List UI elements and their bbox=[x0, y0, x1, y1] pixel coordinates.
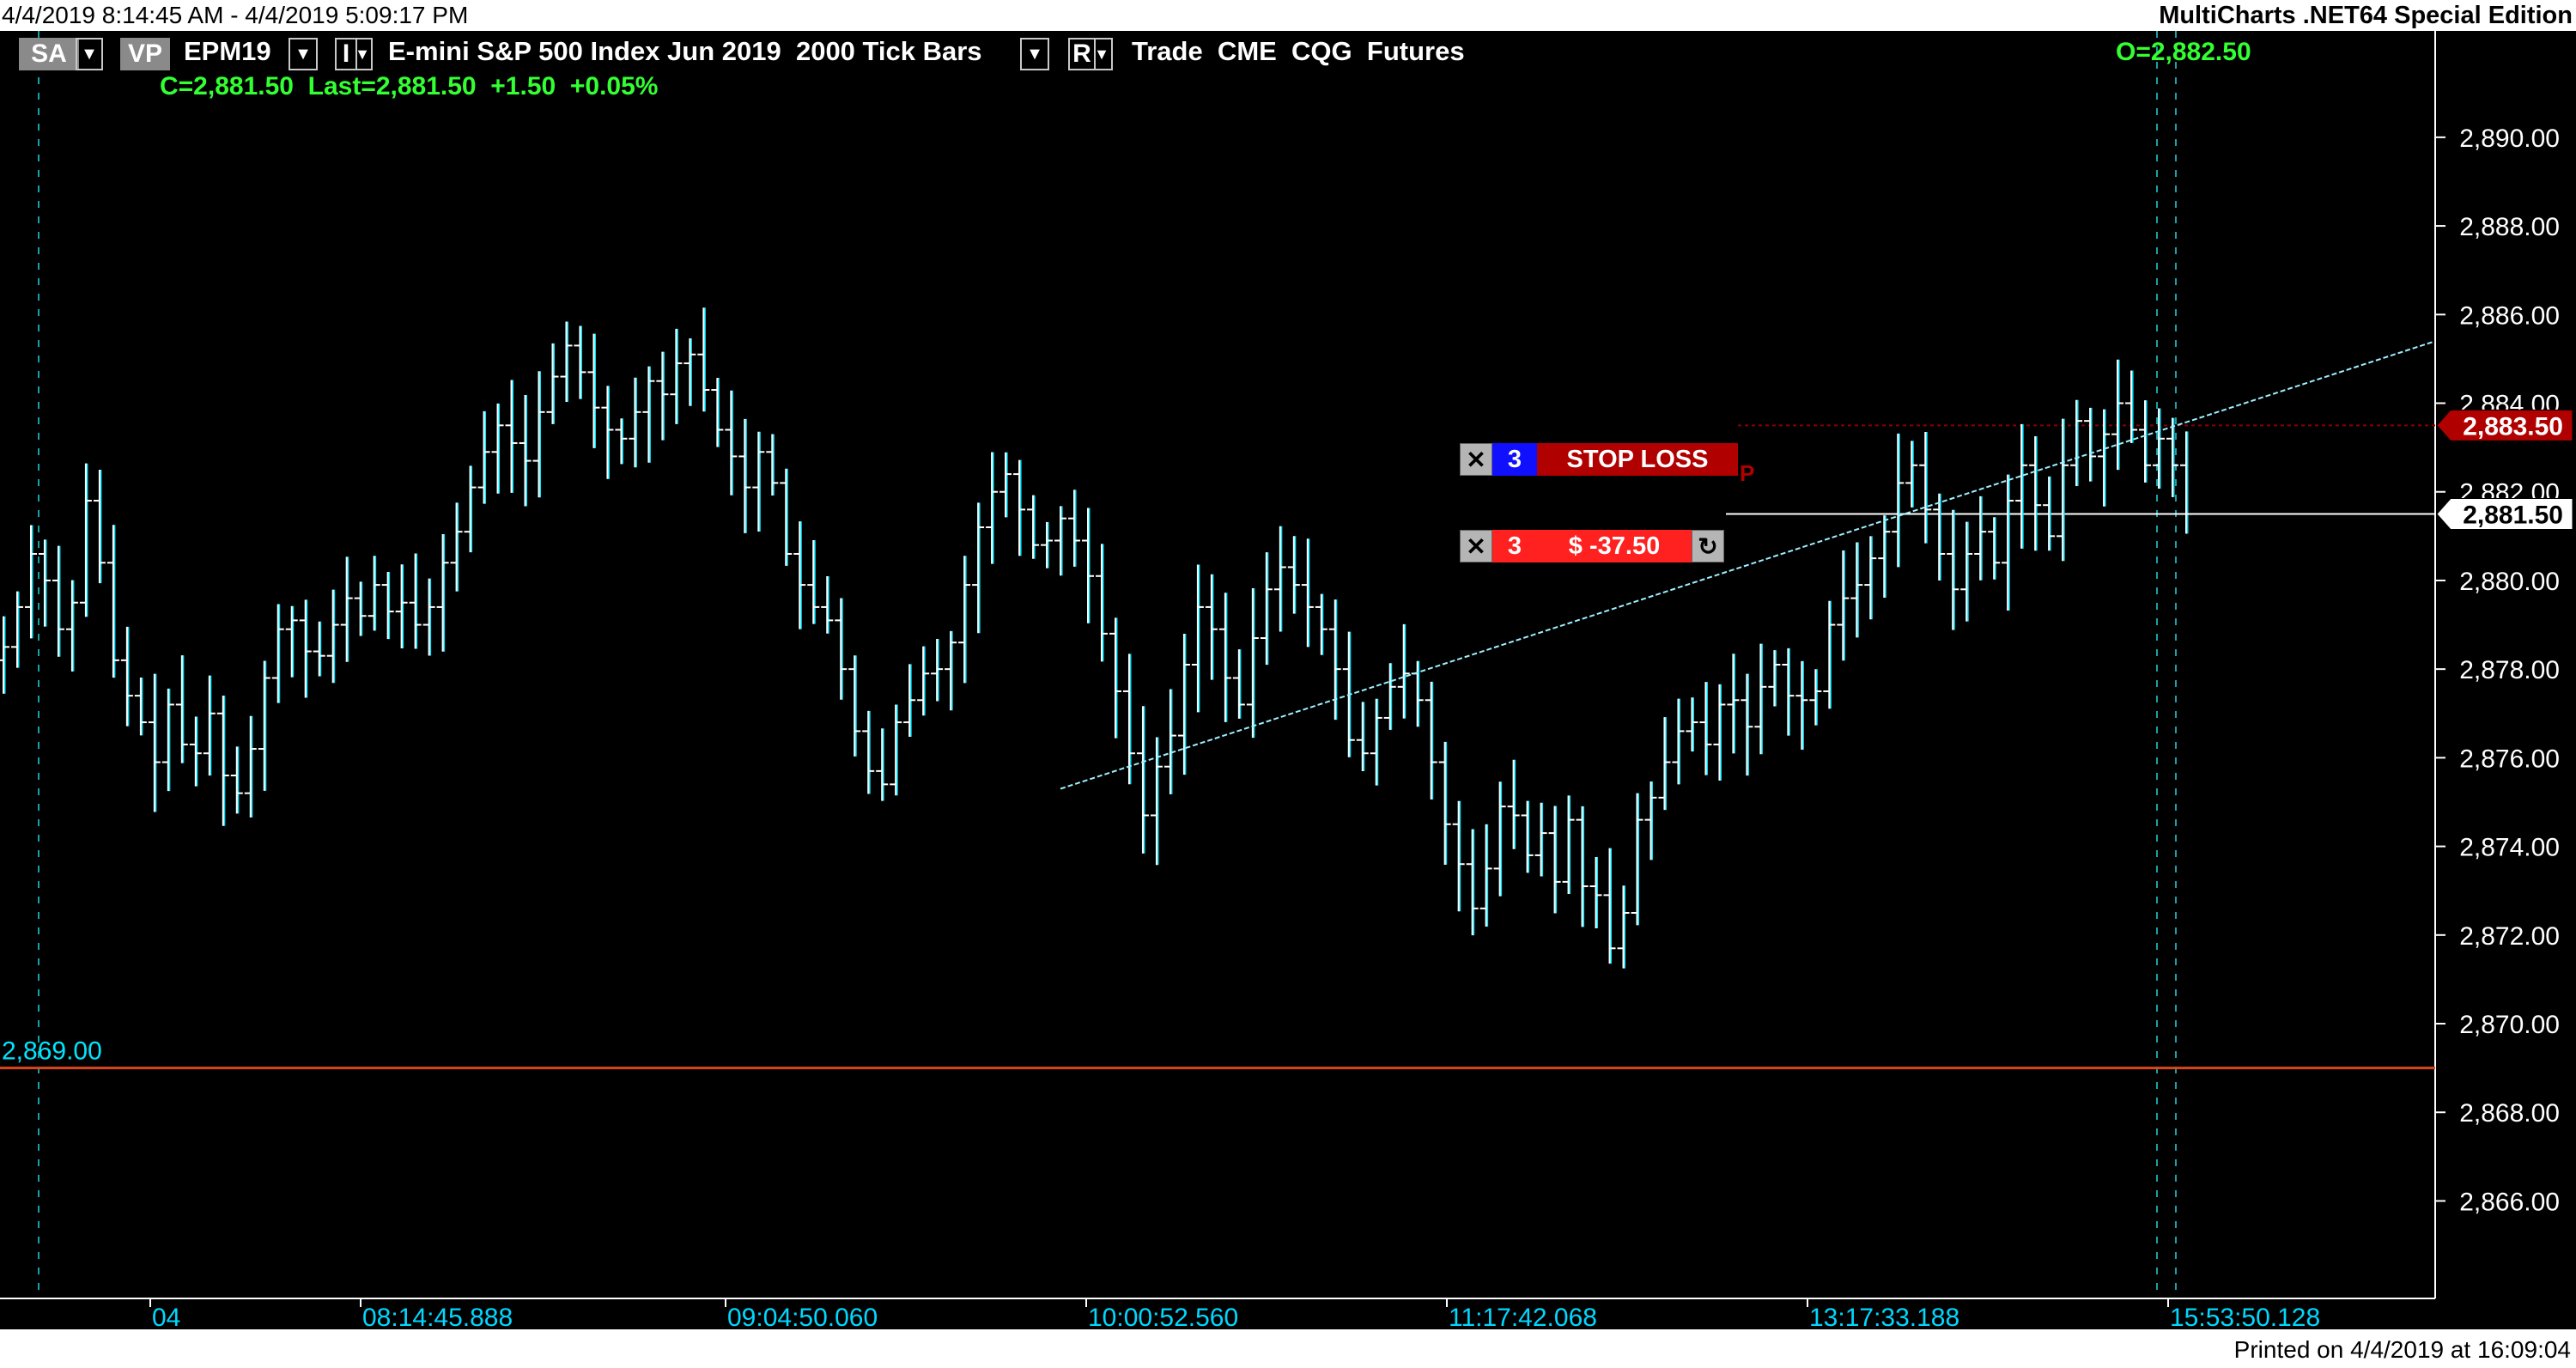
close-icon[interactable]: ✕ bbox=[1460, 443, 1492, 476]
interval-dropdown[interactable]: ▼ bbox=[354, 38, 373, 70]
x-tick-label: 11:17:42.068 bbox=[1449, 1304, 1597, 1329]
x-tick-label: 04 bbox=[152, 1304, 180, 1329]
svg-text:2,883.50: 2,883.50 bbox=[2463, 412, 2563, 441]
position-quantity[interactable]: 3 bbox=[1492, 530, 1537, 562]
last-price-tag: 2,881.50 bbox=[2436, 498, 2573, 531]
svg-text:2,881.50: 2,881.50 bbox=[2463, 502, 2563, 530]
y-tick-label: 2,890.00 bbox=[2459, 125, 2560, 153]
printed-on: Printed on 4/4/2019 at 16:09:04 bbox=[2233, 1336, 2571, 1363]
y-tick-label: 2,880.00 bbox=[2459, 568, 2560, 596]
y-tick-label: 2,872.00 bbox=[2459, 922, 2560, 951]
y-tick-label: 2,886.00 bbox=[2459, 301, 2560, 330]
position-order[interactable]: ✕ 3 $ -37.50 ↻ bbox=[1460, 530, 1726, 562]
price-chart[interactable]: 2,890.002,888.002,886.002,884.002,882.00… bbox=[0, 31, 2576, 1329]
symbol-label[interactable]: EPM19 bbox=[184, 36, 271, 67]
r-dropdown[interactable]: ▼ bbox=[1092, 38, 1113, 70]
title-bar: 4/4/2019 8:14:45 AM - 4/4/2019 5:09:17 P… bbox=[0, 0, 2576, 31]
status-bar: Printed on 4/4/2019 at 16:09:04 bbox=[0, 1329, 2576, 1368]
stop-quantity[interactable]: 3 bbox=[1492, 443, 1537, 476]
x-tick-label: 15:53:50.128 bbox=[2170, 1304, 2320, 1329]
y-tick-label: 2,870.00 bbox=[2459, 1011, 2560, 1039]
y-tick-label: 2,868.00 bbox=[2459, 1099, 2560, 1128]
date-range: 4/4/2019 8:14:45 AM - 4/4/2019 5:09:17 P… bbox=[2, 2, 469, 28]
x-tick-label: 08:14:45.888 bbox=[362, 1304, 513, 1329]
sa-dropdown[interactable]: ▼ bbox=[76, 38, 103, 70]
sa-button[interactable]: SA bbox=[19, 38, 79, 70]
description-dropdown[interactable]: ▼ bbox=[1020, 38, 1049, 70]
y-tick-label: 2,866.00 bbox=[2459, 1188, 2560, 1216]
vp-button[interactable]: VP bbox=[120, 38, 170, 70]
x-tick-label: 10:00:52.560 bbox=[1088, 1304, 1238, 1329]
stop-loss-label[interactable]: STOP LOSS bbox=[1537, 443, 1738, 476]
close-icon[interactable]: ✕ bbox=[1460, 530, 1492, 562]
reverse-icon[interactable]: ↻ bbox=[1692, 530, 1724, 562]
y-tick-label: 2,878.00 bbox=[2459, 656, 2560, 684]
stop-loss-order[interactable]: ✕ 3 STOP LOSS bbox=[1460, 443, 1738, 476]
quote-line: C=2,881.50 Last=2,881.50 +1.50 +0.05% bbox=[160, 72, 659, 100]
trade-info: Trade CME CQG Futures bbox=[1132, 36, 1465, 66]
instrument-description: E-mini S&P 500 Index Jun 2019 2000 Tick … bbox=[388, 36, 982, 66]
stop-flag: P bbox=[1740, 460, 1755, 486]
x-tick-label: 13:17:33.188 bbox=[1809, 1304, 1959, 1329]
stop-loss-price-tag: 2,883.50 bbox=[2436, 409, 2573, 441]
y-tick-label: 2,876.00 bbox=[2459, 745, 2560, 773]
symbol-dropdown[interactable]: ▼ bbox=[289, 38, 318, 70]
support-label: 2,869.00 bbox=[2, 1037, 102, 1066]
y-tick-label: 2,888.00 bbox=[2459, 213, 2560, 241]
open-price: O=2,882.50 bbox=[2116, 38, 2251, 66]
y-tick-label: 2,874.00 bbox=[2459, 834, 2560, 862]
pnl-label: $ -37.50 bbox=[1537, 530, 1692, 562]
edition-label: MultiCharts .NET64 Special Edition bbox=[2159, 2, 2573, 29]
x-tick-label: 09:04:50.060 bbox=[727, 1304, 878, 1329]
